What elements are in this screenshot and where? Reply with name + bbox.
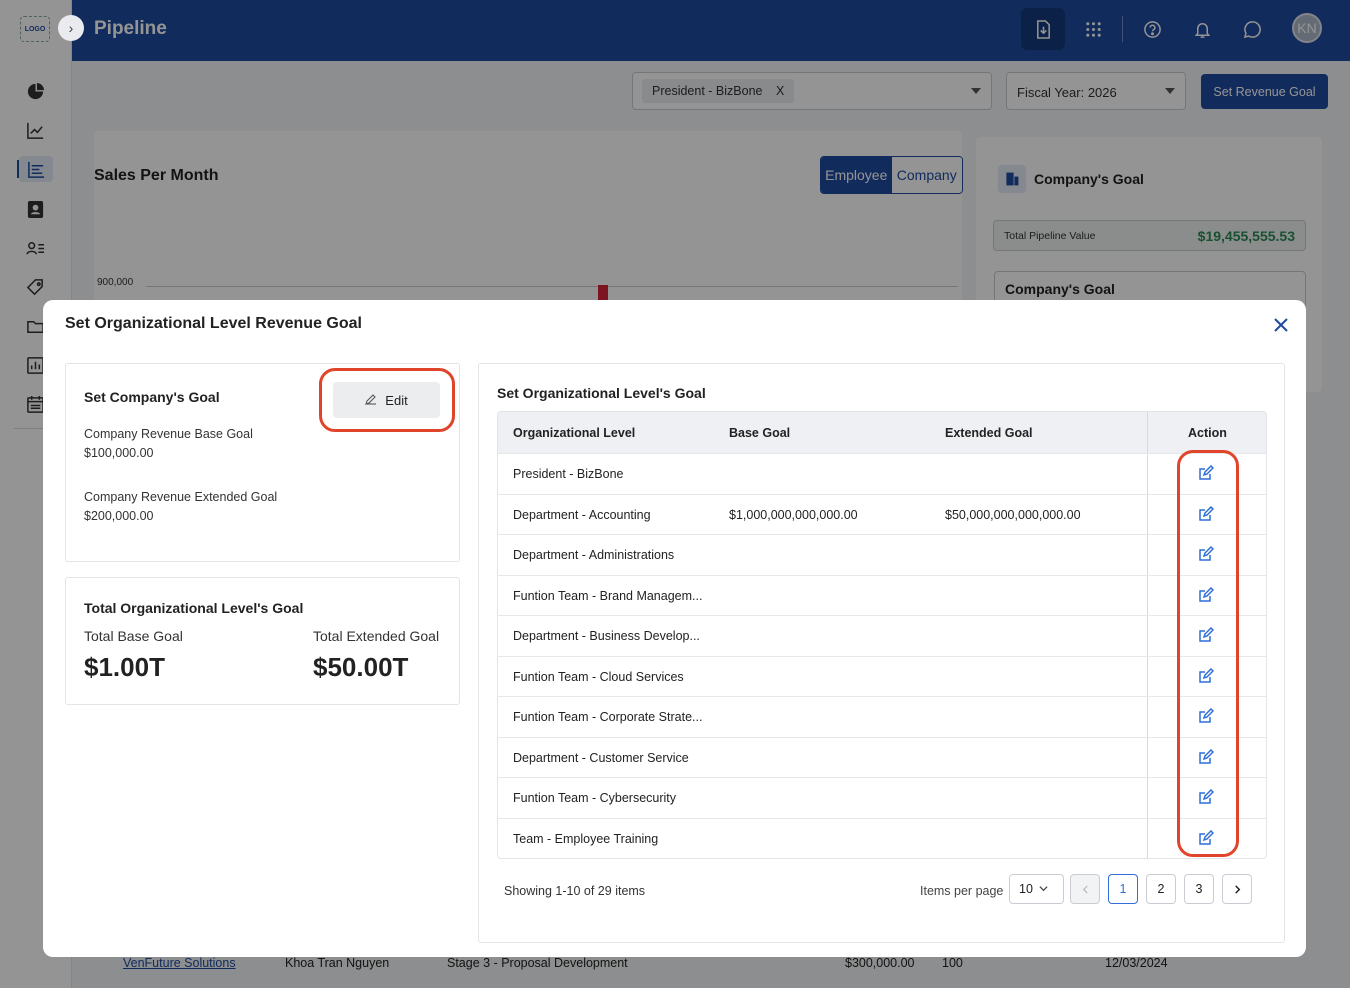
table-row: Department - Accounting $1,000,000,000,0… [498, 493, 1266, 534]
action-column-divider [1147, 616, 1148, 656]
table-row: Department - Customer Service [498, 736, 1266, 777]
table-header: Organizational Level Base Goal Extended … [498, 412, 1266, 453]
cell-org-level: Department - Administrations [513, 548, 675, 562]
page-button-1[interactable]: 1 [1108, 874, 1138, 904]
header-org-level[interactable]: Organizational Level [513, 426, 635, 440]
header-extended-goal[interactable]: Extended Goal [945, 426, 1033, 440]
chevron-down-icon [1039, 882, 1048, 896]
cell-org-level: Funtion Team - Corporate Strate... [513, 710, 703, 724]
action-column-divider [1147, 575, 1148, 615]
action-highlight-outline [1177, 450, 1239, 857]
company-extended-goal-value: $200,000.00 [84, 509, 154, 523]
table-row: Funtion Team - Corporate Strate... [498, 696, 1266, 737]
table-row: Team - Employee Training [498, 817, 1266, 858]
page-button-2[interactable]: 2 [1146, 874, 1176, 904]
cell-org-level: Department - Accounting [513, 507, 651, 522]
chevron-left-icon[interactable] [1070, 874, 1100, 904]
items-per-page-select[interactable]: 10 [1009, 874, 1064, 904]
cell-extended-goal: $50,000,000,000,000.00 [945, 507, 1081, 522]
action-column-divider [1147, 494, 1148, 534]
pagination-summary: Showing 1-10 of 29 items [504, 884, 646, 898]
table-row: Department - Administrations [498, 534, 1266, 575]
header-action: Action [1188, 426, 1227, 440]
company-goal-panel-title: Set Company's Goal [84, 389, 220, 405]
items-per-page-value: 10 [1019, 882, 1033, 896]
revenue-goal-modal: Set Organizational Level Revenue Goal Se… [43, 300, 1306, 957]
cell-org-level: President - BizBone [513, 467, 624, 481]
action-column-divider [1147, 818, 1148, 858]
table-row: President - BizBone [498, 453, 1266, 494]
items-per-page-label: Items per page [920, 884, 1004, 898]
cell-org-level: Funtion Team - Brand Managem... [513, 588, 703, 603]
company-base-goal-label: Company Revenue Base Goal [84, 427, 253, 441]
total-base-goal-label: Total Base Goal [84, 628, 183, 644]
expand-icon[interactable]: › [58, 15, 84, 41]
action-column-divider [1147, 737, 1148, 777]
page-button-3[interactable]: 3 [1184, 874, 1214, 904]
org-level-panel: Set Organizational Level's Goal Organiza… [478, 363, 1285, 943]
total-extended-goal-value: $50.00T [313, 652, 409, 682]
chevron-right-icon[interactable] [1222, 874, 1252, 904]
modal-title: Set Organizational Level Revenue Goal [65, 315, 362, 332]
table-row: Funtion Team - Cybersecurity [498, 777, 1266, 818]
total-base-goal-value: $1.00T [84, 652, 165, 682]
cell-org-level: Funtion Team - Cybersecurity [513, 791, 677, 805]
table-row: Funtion Team - Brand Managem... [498, 574, 1266, 615]
edit-highlight-outline [319, 368, 455, 432]
totals-panel: Total Organizational Level's Goal Total … [65, 577, 460, 705]
action-column-divider [1147, 778, 1148, 818]
company-base-goal-value: $100,000.00 [84, 446, 154, 460]
cell-org-level: Department - Business Develop... [513, 629, 700, 643]
org-level-table: Organizational Level Base Goal Extended … [497, 411, 1267, 859]
action-column-divider [1147, 656, 1148, 696]
action-column-divider [1147, 697, 1148, 737]
company-extended-goal-label: Company Revenue Extended Goal [84, 490, 278, 504]
total-extended-goal-label: Total Extended Goal [313, 628, 440, 644]
close-icon[interactable] [1271, 315, 1291, 335]
totals-panel-title: Total Organizational Level's Goal [84, 600, 304, 616]
cell-org-level: Team - Employee Training [513, 831, 659, 846]
action-column-divider [1147, 412, 1148, 453]
cell-base-goal: $1,000,000,000,000.00 [729, 507, 858, 522]
header-base-goal[interactable]: Base Goal [729, 426, 790, 440]
action-column-divider [1147, 454, 1148, 494]
cell-org-level: Department - Customer Service [513, 750, 689, 765]
table-row: Department - Business Develop... [498, 615, 1266, 656]
action-column-divider [1147, 535, 1148, 575]
table-row: Funtion Team - Cloud Services [498, 655, 1266, 696]
cell-org-level: Funtion Team - Cloud Services [513, 669, 684, 684]
org-level-panel-title: Set Organizational Level's Goal [497, 385, 706, 401]
